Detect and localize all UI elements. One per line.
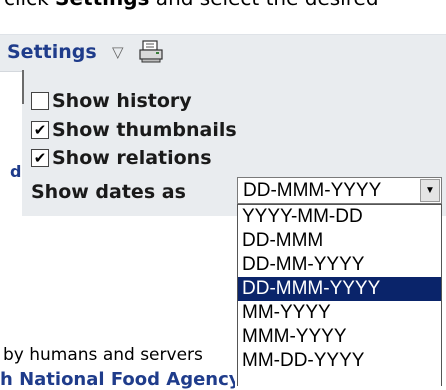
- show-history-label: Show history: [52, 90, 192, 112]
- show-relations-checkbox[interactable]: ✔: [31, 149, 49, 167]
- date-format-dropdown: YYYY-MM-DD DD-MMM DD-MM-YYYY DD-MMM-YYYY…: [237, 204, 442, 386]
- page-body-link[interactable]: h National Food Agency: [0, 369, 235, 390]
- date-format-option[interactable]: MM-YYYY: [238, 301, 441, 325]
- show-relations-label: Show relations: [52, 147, 212, 169]
- date-format-option[interactable]: DD-MMM: [238, 229, 441, 253]
- settings-menu-label[interactable]: Settings: [7, 41, 97, 63]
- date-format-option-selected[interactable]: DD-MMM-YYYY: [238, 277, 441, 301]
- show-thumbnails-option[interactable]: ✔ Show thumbnails: [31, 117, 237, 143]
- page-body-text: by humans and servers: [3, 345, 203, 365]
- show-dates-label: Show dates as: [31, 181, 186, 203]
- show-history-checkbox[interactable]: [31, 92, 49, 110]
- show-thumbnails-checkbox[interactable]: ✔: [31, 121, 49, 139]
- show-history-option[interactable]: Show history: [31, 88, 192, 114]
- instruction-text: click Settings and select the desired: [4, 0, 379, 10]
- panel-divider: [22, 70, 24, 104]
- settings-bar: Settings ▽: [0, 34, 446, 72]
- dropdown-arrow-icon[interactable]: ▼: [420, 179, 440, 202]
- page-link-fragment[interactable]: d: [10, 162, 21, 181]
- date-format-select[interactable]: DD-MMM-YYYY ▼: [237, 177, 442, 204]
- date-format-option[interactable]: MMM-YYYY: [238, 325, 441, 349]
- show-relations-option[interactable]: ✔ Show relations: [31, 145, 212, 171]
- printer-icon[interactable]: [138, 39, 164, 65]
- show-thumbnails-label: Show thumbnails: [52, 119, 237, 141]
- date-format-option[interactable]: DD-MM-YYYY: [238, 253, 441, 277]
- date-format-value: DD-MMM-YYYY: [243, 180, 382, 201]
- date-format-option[interactable]: YYYY-MM-DD: [238, 205, 441, 229]
- chevron-down-icon[interactable]: ▽: [112, 43, 124, 61]
- date-format-option[interactable]: MM-DD-YYYY: [238, 349, 441, 373]
